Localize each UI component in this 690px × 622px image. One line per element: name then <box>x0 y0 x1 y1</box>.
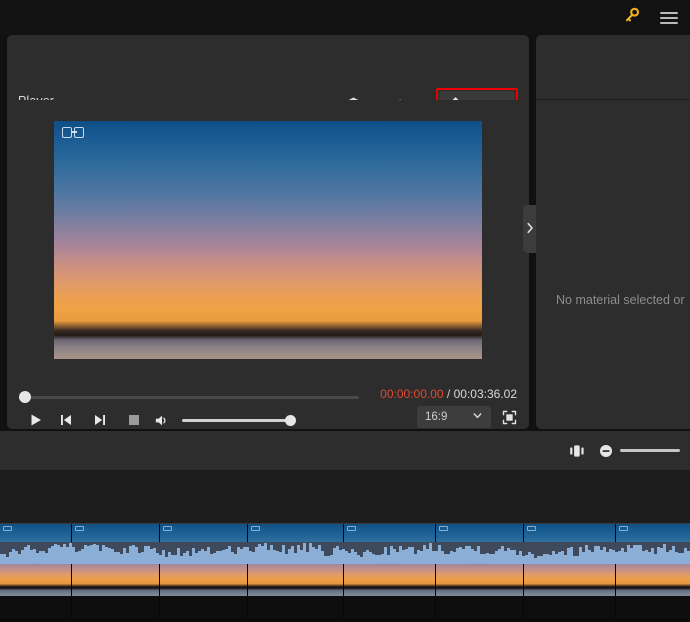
player-header: Player Template <box>7 35 529 100</box>
zoom-out-icon[interactable] <box>599 444 613 458</box>
glasses-watermark-icon <box>62 127 86 138</box>
hamburger-menu-icon[interactable] <box>660 12 678 24</box>
volume-slider[interactable] <box>182 419 292 422</box>
timecode-display: 00:00:00.00 / 00:03:36.02 <box>380 387 517 401</box>
timeline-clip[interactable]: AND WHEN IT FINALLY NOW YOU KNOW SO WHY … <box>160 524 248 619</box>
player-panel: Player Template <box>7 35 529 429</box>
timeline-clip[interactable]: YOU ASKED TO ME MAKE AN IDEA WORK THEY S… <box>0 524 72 619</box>
key-icon[interactable] <box>624 7 640 28</box>
playhead-knob[interactable] <box>19 391 31 403</box>
clip-watermark-icon <box>75 526 84 531</box>
transport-buttons: 16:9 <box>23 410 517 430</box>
view-controls: 16:9 <box>417 406 517 428</box>
play-icon[interactable] <box>23 413 49 427</box>
clip-watermark-icon <box>3 526 12 531</box>
clip-watermark-icon <box>251 526 260 531</box>
material-panel-header <box>536 35 690 100</box>
material-panel: No material selected or <box>536 35 690 429</box>
split-clip-icon[interactable] <box>569 443 585 459</box>
fullscreen-icon[interactable] <box>502 410 517 425</box>
chevron-down-icon <box>472 410 483 424</box>
clip-watermark-icon <box>527 526 536 531</box>
aspect-ratio-dropdown[interactable]: 16:9 <box>417 406 491 428</box>
timeline-clip[interactable]: AND WHEN IT FINALLY NOW YOU SAID YOU WER… <box>248 524 344 619</box>
top-bar <box>0 0 690 35</box>
next-frame-icon[interactable] <box>83 413 117 427</box>
playback-controls: 00:00:00.00 / 00:03:36.02 <box>7 380 529 429</box>
panel-collapse-toggle[interactable] <box>523 205 536 253</box>
stop-icon[interactable] <box>117 414 151 426</box>
chevron-right-icon <box>526 222 534 237</box>
video-stage <box>7 100 529 380</box>
clip-watermark-icon <box>439 526 448 531</box>
timeline-zoom-slider[interactable] <box>620 449 680 452</box>
timeline-audio-waveform[interactable] <box>0 542 690 564</box>
timeline-clip[interactable]: AND WHEN IT FINALLY NOW YOU SAID YOU WER… <box>344 524 436 619</box>
scrubber-row: 00:00:00.00 / 00:03:36.02 <box>21 390 517 404</box>
timeline-zoom-control <box>599 444 680 458</box>
volume-knob[interactable] <box>285 415 296 426</box>
clip-watermark-icon <box>347 526 356 531</box>
current-time: 00:00:00.00 <box>380 387 443 401</box>
aspect-ratio-value: 16:9 <box>425 411 447 423</box>
clip-watermark-icon <box>619 526 628 531</box>
total-time: 00:03:36.02 <box>454 387 517 401</box>
timeline-video-track[interactable]: YOU ASKED TO ME MAKE AN IDEA WORK THEY S… <box>0 523 690 619</box>
timeline-panel: YOU ASKED TO ME MAKE AN IDEA WORK THEY S… <box>0 470 690 622</box>
timeline-toolbar <box>0 431 690 470</box>
timeline-bottom-edge <box>0 618 690 622</box>
timeline-clip[interactable]: AND WHEN IT FINALLY NOW YOU SAID YOU WER… <box>436 524 524 619</box>
timeline-clip[interactable]: YOU BETTER TO ME AND I KNOW THAT YOU'RE … <box>524 524 616 619</box>
video-preview[interactable] <box>54 121 482 359</box>
clip-watermark-icon <box>163 526 172 531</box>
timecode-separator: / <box>447 387 450 401</box>
timeline-clip[interactable]: YOU BETTER TO ME AND I KNOW THAT YOU'RE … <box>616 524 690 619</box>
empty-state-message: No material selected or <box>556 293 685 307</box>
video-editor-window: Player Template <box>0 0 690 622</box>
timeline-clip[interactable]: AND WHEN IT FINALLY NOW YOU KNOW SO WHY … <box>72 524 160 619</box>
volume-icon[interactable] <box>151 413 171 428</box>
previous-frame-icon[interactable] <box>49 413 83 427</box>
playhead-slider[interactable] <box>21 396 359 399</box>
